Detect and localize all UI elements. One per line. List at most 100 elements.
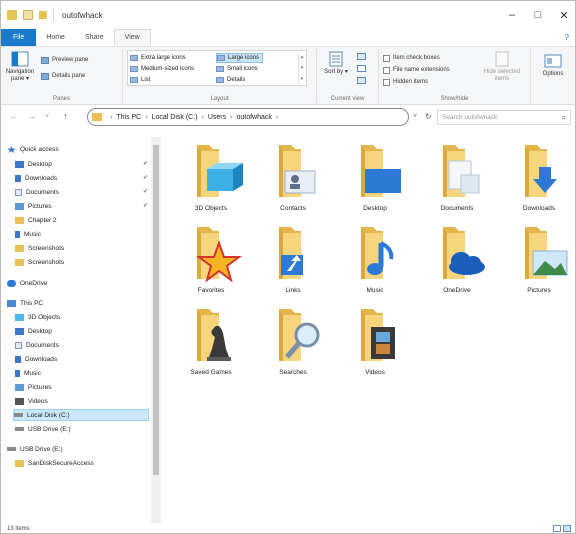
layout-details[interactable]: Details [216, 75, 248, 85]
nav-this-pc[interactable]: This PC [7, 297, 43, 309]
refresh-button[interactable]: ↻ [425, 112, 432, 121]
folder-icon [15, 244, 24, 252]
details-pane-button[interactable]: Details pane [41, 71, 85, 81]
pictures-icon [15, 383, 24, 391]
close-button[interactable]: ✕ [551, 1, 575, 29]
address-dropdown-button[interactable]: ˅ [413, 113, 417, 120]
hidden-items-toggle[interactable]: Hidden items [383, 77, 428, 87]
breadcrumb[interactable]: › This PC › Local Disk (C:) › Users › ou… [87, 108, 409, 126]
preview-pane-button[interactable]: Preview pane [41, 55, 88, 65]
nav-item-screenshots-2[interactable]: Screenshots [15, 256, 64, 268]
nav-item-pc-videos[interactable]: Videos [15, 395, 48, 407]
nav-item-pictures[interactable]: Pictures [15, 200, 51, 212]
minimize-button[interactable]: – [499, 1, 525, 29]
folder-item[interactable]: Saved Games [173, 303, 249, 385]
details-view-icon[interactable] [553, 525, 561, 532]
folder-item[interactable]: OneDrive [419, 221, 495, 303]
tab-share[interactable]: Share [75, 29, 114, 46]
nav-item-desktop[interactable]: Desktop [15, 158, 52, 170]
up-button[interactable]: ↑ [63, 111, 68, 121]
crumb-local-disk[interactable]: Local Disk (C:) [152, 114, 198, 121]
folder-item[interactable]: Links [255, 221, 331, 303]
tab-file[interactable]: File [1, 29, 37, 46]
nav-item-chapter-2[interactable]: Chapter 2 [15, 214, 57, 226]
add-columns-icon[interactable] [357, 65, 366, 72]
layout-large-label: Large icons [228, 55, 260, 61]
new-folder-quick-icon[interactable] [39, 11, 47, 19]
layout-large-icons[interactable]: Large icons [216, 53, 264, 63]
nav-item-music[interactable]: Music [15, 228, 41, 240]
navigation-pane-button[interactable]: Navigation pane ▾ [5, 51, 35, 83]
item-check-boxes-checkbox[interactable] [383, 54, 390, 62]
nav-item-pc-music[interactable]: Music [15, 367, 41, 379]
nav-item-usb-drive-pc[interactable]: USB Drive (E:) [15, 423, 71, 435]
folder-item[interactable]: Searches [255, 303, 331, 385]
layout-small-icons[interactable]: Small icons [216, 64, 261, 74]
layout-list[interactable]: List [130, 75, 153, 85]
layout-extra-large-icons[interactable]: Extra large icons [130, 53, 189, 63]
nav-onedrive[interactable]: OneDrive [7, 277, 47, 289]
help-button[interactable]: ? [565, 33, 569, 42]
tab-home[interactable]: Home [36, 29, 75, 46]
recent-locations-button[interactable]: ˅ [45, 113, 49, 120]
forward-button[interactable]: → [27, 111, 36, 121]
folder-item[interactable]: Pictures [501, 221, 575, 303]
folder-item[interactable]: Music [337, 221, 413, 303]
nav-usb-drive[interactable]: USB Drive (E:) [7, 443, 63, 455]
show-hide-group: Item check boxes File name extensions Hi… [379, 49, 531, 103]
layout-scroll-arrows[interactable]: ▴ ▾ ▾ [298, 52, 305, 84]
nav-scrollbar-thumb[interactable] [153, 145, 159, 475]
maximize-button[interactable]: □ [525, 1, 551, 29]
nav-item-downloads[interactable]: Downloads [15, 172, 57, 184]
properties-quick-icon[interactable] [23, 10, 33, 20]
large-icons-view-icon[interactable] [563, 525, 571, 532]
folder-item[interactable]: Desktop [337, 139, 413, 221]
options-button[interactable]: Options [535, 53, 571, 78]
pin-icon[interactable]: ✔ [143, 174, 148, 181]
crumb-separator[interactable]: › [110, 114, 112, 121]
folder-item[interactable]: 3D Objects [173, 139, 249, 221]
crumb-separator[interactable]: › [230, 114, 232, 121]
hide-selected-items-button[interactable]: Hide selected items [479, 51, 525, 83]
crumb-this-pc[interactable]: This PC [116, 114, 141, 121]
drive-icon [7, 447, 16, 451]
crumb-outofwhack[interactable]: outofwhack [236, 114, 271, 121]
nav-item-local-disk[interactable]: Local Disk (C:) [13, 409, 149, 421]
file-name-extensions-toggle[interactable]: File name extensions [383, 65, 450, 75]
nav-item-3d-objects[interactable]: 3D Objects [15, 311, 60, 323]
nav-item-pc-documents[interactable]: Documents [15, 339, 59, 351]
pin-icon[interactable]: ✔ [143, 202, 148, 209]
nav-item-screenshots[interactable]: Screenshots [15, 242, 64, 254]
folder-item[interactable]: Contacts [255, 139, 331, 221]
group-by-icon[interactable] [357, 53, 366, 60]
crumb-separator[interactable]: › [202, 114, 204, 121]
search-input[interactable]: Search outofwhack ⌕ [437, 110, 571, 125]
folder-item[interactable]: Videos [337, 303, 413, 385]
folder-item[interactable]: Documents [419, 139, 495, 221]
navigation-pane-icon [11, 51, 29, 67]
size-columns-icon[interactable] [357, 77, 366, 84]
crumb-separator[interactable]: › [276, 114, 278, 121]
layout-medium-icons[interactable]: Medium-sized icons [130, 64, 197, 74]
folder-item[interactable]: Downloads [501, 139, 575, 221]
sort-by-button[interactable]: Sort by ▾ [323, 51, 349, 76]
nav-scrollbar[interactable] [151, 137, 161, 523]
nav-item-documents[interactable]: Documents [15, 186, 59, 198]
nav-item-pc-desktop[interactable]: Desktop [15, 325, 52, 337]
nav-item-pc-downloads[interactable]: Downloads [15, 353, 57, 365]
file-name-extensions-checkbox[interactable] [383, 66, 390, 74]
pin-icon[interactable]: ✔ [143, 160, 148, 167]
pin-icon[interactable]: ✔ [143, 188, 148, 195]
item-check-boxes-toggle[interactable]: Item check boxes [383, 53, 440, 63]
back-button[interactable]: ← [9, 111, 18, 121]
film-icon [15, 397, 24, 405]
hidden-items-checkbox[interactable] [383, 78, 390, 86]
folder-item[interactable]: Favorites [173, 221, 249, 303]
nav-item-sandisk[interactable]: SanDiskSecureAccess [15, 457, 94, 469]
nav-quick-access[interactable]: Quick access [7, 143, 59, 155]
tab-view[interactable]: View [113, 29, 151, 46]
crumb-users[interactable]: Users [208, 114, 226, 121]
nav-item-pc-pictures[interactable]: Pictures [15, 381, 51, 393]
computer-icon [7, 299, 16, 307]
crumb-separator[interactable]: › [145, 114, 147, 121]
